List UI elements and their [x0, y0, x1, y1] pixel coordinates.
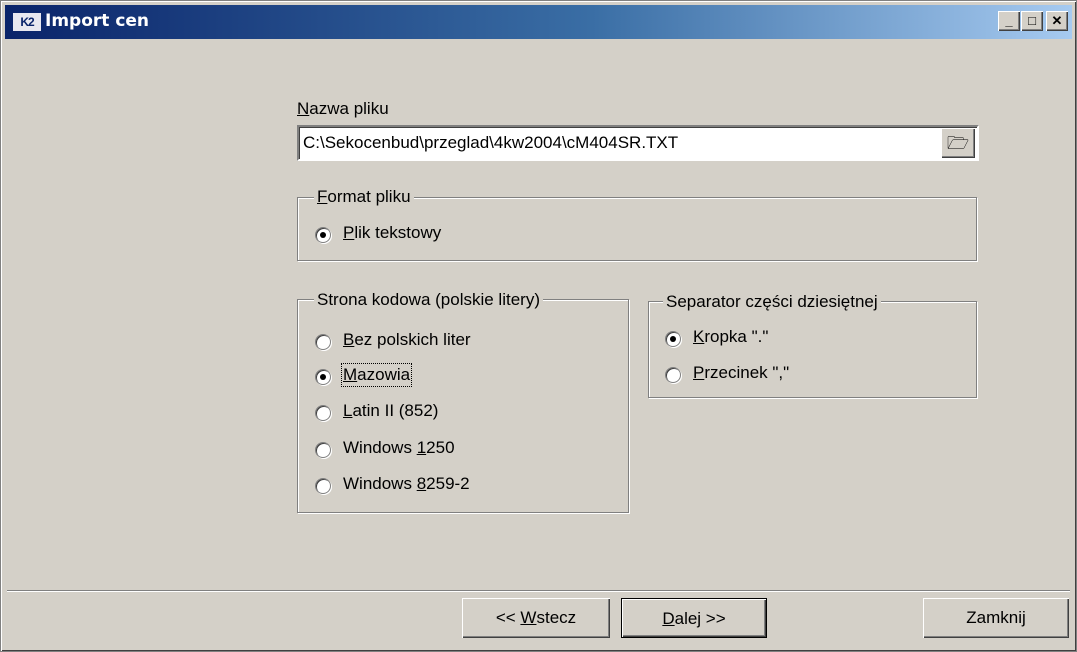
footer-divider [7, 590, 1070, 592]
close-window-button[interactable]: ✕ [1046, 11, 1068, 31]
minimize-icon: _ [1005, 13, 1013, 28]
title-bar[interactable]: K2 Import cen _ □ ✕ [5, 5, 1072, 39]
minimize-button[interactable]: _ [998, 11, 1020, 31]
window-title: Import cen [45, 11, 150, 31]
decimal-separator-legend: Separator części dziesiętnej [663, 292, 881, 312]
codepage-legend: Strona kodowa (polskie litery) [314, 290, 543, 310]
back-button[interactable]: << Wstecz [462, 598, 610, 638]
radio-mazowia-label[interactable]: Mazowia [340, 363, 413, 387]
close-button[interactable]: Zamknij [923, 598, 1069, 638]
radio-dot-label[interactable]: Kropka "." [693, 327, 768, 347]
radio-text-file[interactable] [315, 227, 331, 243]
browse-file-button[interactable]: 🗁 [941, 128, 975, 158]
maximize-button[interactable]: □ [1021, 11, 1043, 31]
radio-no-polish-label[interactable]: Bez polskich liter [343, 330, 471, 350]
file-path-input[interactable] [297, 125, 979, 161]
radio-comma-label[interactable]: Przecinek "," [693, 363, 789, 383]
radio-mazowia[interactable] [315, 369, 331, 385]
import-dialog-window: K2 Import cen _ □ ✕ Nazwa pliku 🗁 Format… [0, 0, 1077, 652]
radio-comma[interactable] [665, 367, 681, 383]
folder-open-icon: 🗁 [946, 133, 970, 153]
app-logo-icon: K2 [13, 13, 41, 31]
radio-text-file-label[interactable]: Plik tekstowy [343, 223, 441, 243]
file-format-legend: Format pliku [314, 187, 414, 207]
next-button[interactable]: Dalej >> [621, 598, 767, 638]
radio-windows-1250-label[interactable]: Windows 1250 [343, 438, 455, 458]
decimal-separator-group [648, 301, 977, 398]
close-icon: ✕ [1051, 13, 1063, 28]
radio-dot[interactable] [665, 331, 681, 347]
radio-latin2-label[interactable]: Latin II (852) [343, 401, 438, 421]
file-name-label: Nazwa pliku [297, 99, 389, 118]
radio-no-polish[interactable] [315, 334, 331, 350]
radio-windows-1250[interactable] [315, 442, 331, 458]
radio-windows-8259-2-label[interactable]: Windows 8259-2 [343, 474, 470, 494]
radio-latin2[interactable] [315, 405, 331, 421]
maximize-icon: □ [1028, 13, 1036, 28]
radio-windows-8259-2[interactable] [315, 478, 331, 494]
